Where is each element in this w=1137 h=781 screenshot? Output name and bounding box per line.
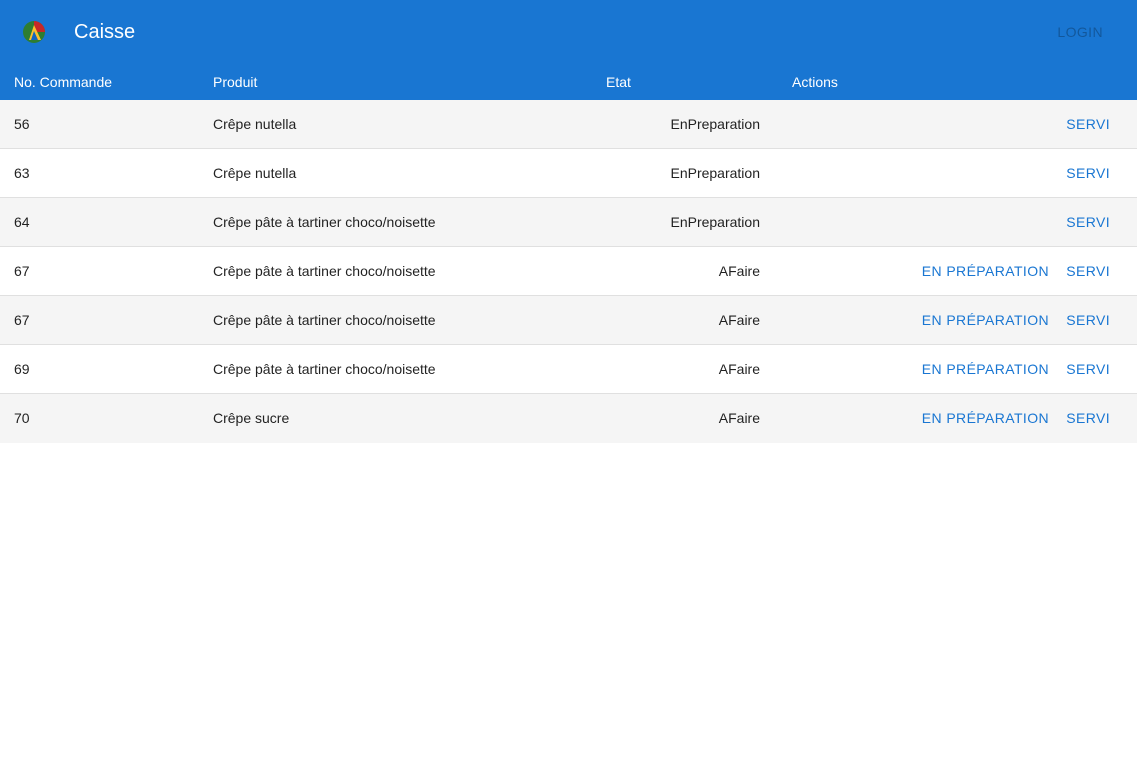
header-etat: Etat [606, 74, 631, 90]
order-number: 64 [14, 214, 30, 230]
servi-button[interactable]: SERVI [1066, 263, 1110, 279]
order-state: AFaire [718, 263, 760, 279]
order-state: EnPreparation [670, 214, 760, 230]
order-state: AFaire [718, 312, 760, 328]
servi-button[interactable]: SERVI [1066, 361, 1110, 377]
app-bar: Caisse LOGIN [0, 0, 1137, 64]
product-name: Crêpe pâte à tartiner choco/noisette [213, 312, 436, 328]
page: Caisse LOGIN No. Commande Produit Etat A… [0, 0, 1137, 781]
app-title: Caisse [74, 21, 136, 43]
table-row: 67 Crêpe pâte à tartiner choco/noisette … [0, 296, 1137, 345]
table-row: 67 Crêpe pâte à tartiner choco/noisette … [0, 247, 1137, 296]
order-number: 70 [14, 410, 30, 426]
table-row: 69 Crêpe pâte à tartiner choco/noisette … [0, 345, 1137, 394]
servi-button[interactable]: SERVI [1066, 116, 1110, 132]
order-number: 67 [14, 263, 30, 279]
order-state: EnPreparation [670, 116, 760, 132]
login-button[interactable]: LOGIN [1057, 22, 1103, 42]
en-preparation-button[interactable]: EN PRÉPARATION [922, 410, 1049, 426]
servi-button[interactable]: SERVI [1066, 410, 1110, 426]
product-name: Crêpe pâte à tartiner choco/noisette [213, 361, 436, 377]
order-number: 69 [14, 361, 30, 377]
product-name: Crêpe pâte à tartiner choco/noisette [213, 214, 436, 230]
en-preparation-button[interactable]: EN PRÉPARATION [922, 263, 1049, 279]
order-number: 56 [14, 116, 30, 132]
servi-button[interactable]: SERVI [1066, 312, 1110, 328]
table-row: 56 Crêpe nutella EnPreparation SERVI [0, 100, 1137, 149]
order-number: 63 [14, 165, 30, 181]
en-preparation-button[interactable]: EN PRÉPARATION [922, 312, 1049, 328]
product-name: Crêpe sucre [213, 410, 290, 426]
product-name: Crêpe pâte à tartiner choco/noisette [213, 263, 436, 279]
header-produit: Produit [213, 74, 258, 90]
servi-button[interactable]: SERVI [1066, 165, 1110, 181]
servi-button[interactable]: SERVI [1066, 214, 1110, 230]
table-header: No. Commande Produit Etat Actions [0, 64, 1137, 100]
app-logo-icon [23, 21, 45, 43]
order-state: AFaire [718, 410, 760, 426]
orders-table: No. Commande Produit Etat Actions 56 Crê… [0, 64, 1137, 443]
order-number: 67 [14, 312, 30, 328]
product-name: Crêpe nutella [213, 116, 297, 132]
table-row: 70 Crêpe sucre AFaire EN PRÉPARATION SER… [0, 394, 1137, 443]
en-preparation-button[interactable]: EN PRÉPARATION [922, 361, 1049, 377]
header-actions: Actions [792, 74, 838, 90]
table-row: 63 Crêpe nutella EnPreparation SERVI [0, 149, 1137, 198]
order-state: AFaire [718, 361, 760, 377]
order-state: EnPreparation [670, 165, 760, 181]
product-name: Crêpe nutella [213, 165, 297, 181]
table-row: 64 Crêpe pâte à tartiner choco/noisette … [0, 198, 1137, 247]
header-num-commande: No. Commande [14, 74, 113, 90]
